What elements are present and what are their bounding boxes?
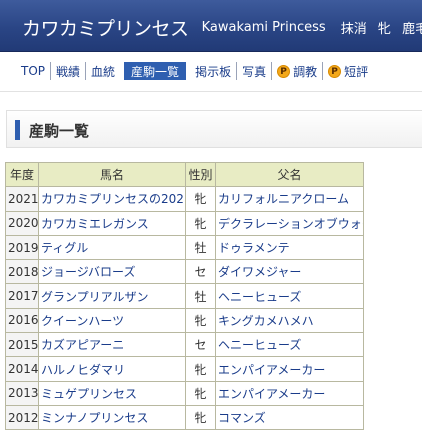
cell-sire-link[interactable]: ダイワメジャー xyxy=(215,259,364,285)
cell-sire-link[interactable]: エンパイアメーカー xyxy=(215,356,364,382)
cell-year: 2012 xyxy=(5,404,39,431)
cell-year: 2021 xyxy=(5,186,39,212)
cell-horse-link[interactable]: ミュゲプリンセス xyxy=(38,380,186,406)
horse-sex: 牝 xyxy=(377,22,391,37)
cell-horse-link[interactable]: ジョージバローズ xyxy=(38,259,186,285)
nav-item-results[interactable]: 戦績 xyxy=(50,62,85,80)
nav-label: TOP xyxy=(21,64,46,78)
cell-year: 2015 xyxy=(5,332,39,358)
horse-coat-color: 鹿毛 xyxy=(402,22,422,37)
col-header-name: 馬名 xyxy=(38,161,186,188)
nav-item-pedigree[interactable]: 血統 xyxy=(85,62,120,80)
cell-horse-link[interactable]: グランプリアルザン xyxy=(38,283,186,309)
section-heading: 産駒一覧 xyxy=(6,110,422,148)
cell-sire-link[interactable]: エンパイアメーカー xyxy=(215,380,364,406)
nav-item-review[interactable]: P 短評 xyxy=(322,62,373,80)
nav-label: 写真 xyxy=(242,64,267,79)
cell-horse-link[interactable]: ティグル xyxy=(38,234,186,261)
cell-sex: 牝 xyxy=(185,186,216,212)
cell-horse-link[interactable]: カズアピアーニ xyxy=(38,332,186,358)
cell-sire-link[interactable]: ヘニーヒューズ xyxy=(215,283,364,309)
cell-year: 2017 xyxy=(5,283,39,309)
cell-horse-link[interactable]: カワカミプリンセスの2021 xyxy=(38,186,186,212)
table-row: 2020 カワカミエレガンス 牝 デクラレーションオブウォー xyxy=(5,210,364,236)
cell-year: 2020 xyxy=(5,210,39,236)
table-row: 2015 カズアピアーニ セ ヘニーヒューズ xyxy=(5,332,364,358)
cell-sex: 牡 xyxy=(185,283,216,309)
cell-sire-link[interactable]: キングカメハメハ xyxy=(215,307,364,334)
p-badge-icon: P xyxy=(328,64,342,78)
cell-year: 2013 xyxy=(5,380,39,406)
col-header-sex: 性別 xyxy=(185,161,216,188)
table-header-row: 年度 馬名 性別 父名 xyxy=(5,161,364,188)
table-row: 2012 ミンナノプリンセス 牝 コマンズ xyxy=(5,404,364,431)
nav-label: 短評 xyxy=(344,64,369,79)
cell-sire-link[interactable]: コマンズ xyxy=(215,404,364,431)
table-row: 2013 ミュゲプリンセス 牝 エンパイアメーカー xyxy=(5,380,364,406)
nav-label: 調教 xyxy=(293,64,318,79)
nav-label: 血統 xyxy=(91,64,116,79)
cell-year: 2014 xyxy=(5,356,39,382)
horse-name-english: Kawakami Princess xyxy=(201,20,326,35)
cell-sex: 牡 xyxy=(185,234,216,261)
cell-sex: 牝 xyxy=(185,307,216,334)
table-row: 2014 ハルノヒダマリ 牝 エンパイアメーカー xyxy=(5,356,364,382)
nav-item-photos[interactable]: 写真 xyxy=(236,62,271,80)
cell-sex: セ xyxy=(185,332,216,358)
cell-horse-link[interactable]: クイーンハーツ xyxy=(38,307,186,334)
table-row: 2017 グランプリアルザン 牡 ヘニーヒューズ xyxy=(5,283,364,309)
nav-label: 戦績 xyxy=(56,64,81,79)
page-header: カワカミプリンセス Kawakami Princess 抹消 牝 鹿毛 xyxy=(0,0,422,52)
cell-year: 2019 xyxy=(5,234,39,261)
horse-name: カワカミプリンセス xyxy=(22,18,189,40)
cell-sire-link[interactable]: ヘニーヒューズ xyxy=(215,332,364,358)
table-row: 2016 クイーンハーツ 牝 キングカメハメハ xyxy=(5,307,364,334)
cell-sex: 牝 xyxy=(185,404,216,431)
nav-list: TOP 戦績 血統 産駒一覧 掲示板 写真 P 調教 P 短評 xyxy=(16,62,373,80)
nav-label: 産駒一覧 xyxy=(131,64,180,79)
col-header-year: 年度 xyxy=(5,161,39,188)
offspring-table: 年度 馬名 性別 父名 2021 カワカミプリンセスの2021 牝 カリフォルニ… xyxy=(5,161,364,431)
nav-item-training[interactable]: P 調教 xyxy=(271,62,322,80)
nav-item-offspring[interactable]: 産駒一覧 xyxy=(124,62,187,80)
table-row: 2019 ティグル 牡 ドゥラメンテ xyxy=(5,234,364,261)
cell-sex: 牝 xyxy=(185,356,216,382)
nav-label: 掲示板 xyxy=(195,64,232,79)
nav-item-top[interactable]: TOP xyxy=(16,62,50,80)
horse-status: 抹消 xyxy=(340,22,367,37)
section-title: 産駒一覧 xyxy=(29,122,90,140)
cell-sire-link[interactable]: ドゥラメンテ xyxy=(215,234,364,261)
section-accent-bar xyxy=(15,120,20,140)
cell-horse-link[interactable]: ミンナノプリンセス xyxy=(38,404,186,431)
table-row: 2018 ジョージバローズ セ ダイワメジャー xyxy=(5,259,364,285)
cell-sire-link[interactable]: デクラレーションオブウォー xyxy=(215,210,364,236)
cell-sex: 牝 xyxy=(185,380,216,406)
horse-title-row: カワカミプリンセス Kawakami Princess 抹消 牝 鹿毛 xyxy=(22,14,422,41)
horse-nav: TOP 戦績 血統 産駒一覧 掲示板 写真 P 調教 P 短評 xyxy=(0,52,422,92)
p-badge-icon: P xyxy=(277,64,291,78)
cell-horse-link[interactable]: カワカミエレガンス xyxy=(38,210,186,236)
cell-horse-link[interactable]: ハルノヒダマリ xyxy=(38,356,186,382)
cell-sex: セ xyxy=(185,259,216,285)
horse-attributes: 抹消 牝 鹿毛 xyxy=(341,22,422,37)
nav-item-board[interactable]: 掲示板 xyxy=(190,62,236,80)
col-header-sire: 父名 xyxy=(215,161,364,188)
cell-sex: 牝 xyxy=(185,210,216,236)
cell-year: 2018 xyxy=(5,259,39,285)
cell-year: 2016 xyxy=(5,307,39,334)
table-row: 2021 カワカミプリンセスの2021 牝 カリフォルニアクローム xyxy=(5,186,364,212)
cell-sire-link[interactable]: カリフォルニアクローム xyxy=(215,186,364,212)
